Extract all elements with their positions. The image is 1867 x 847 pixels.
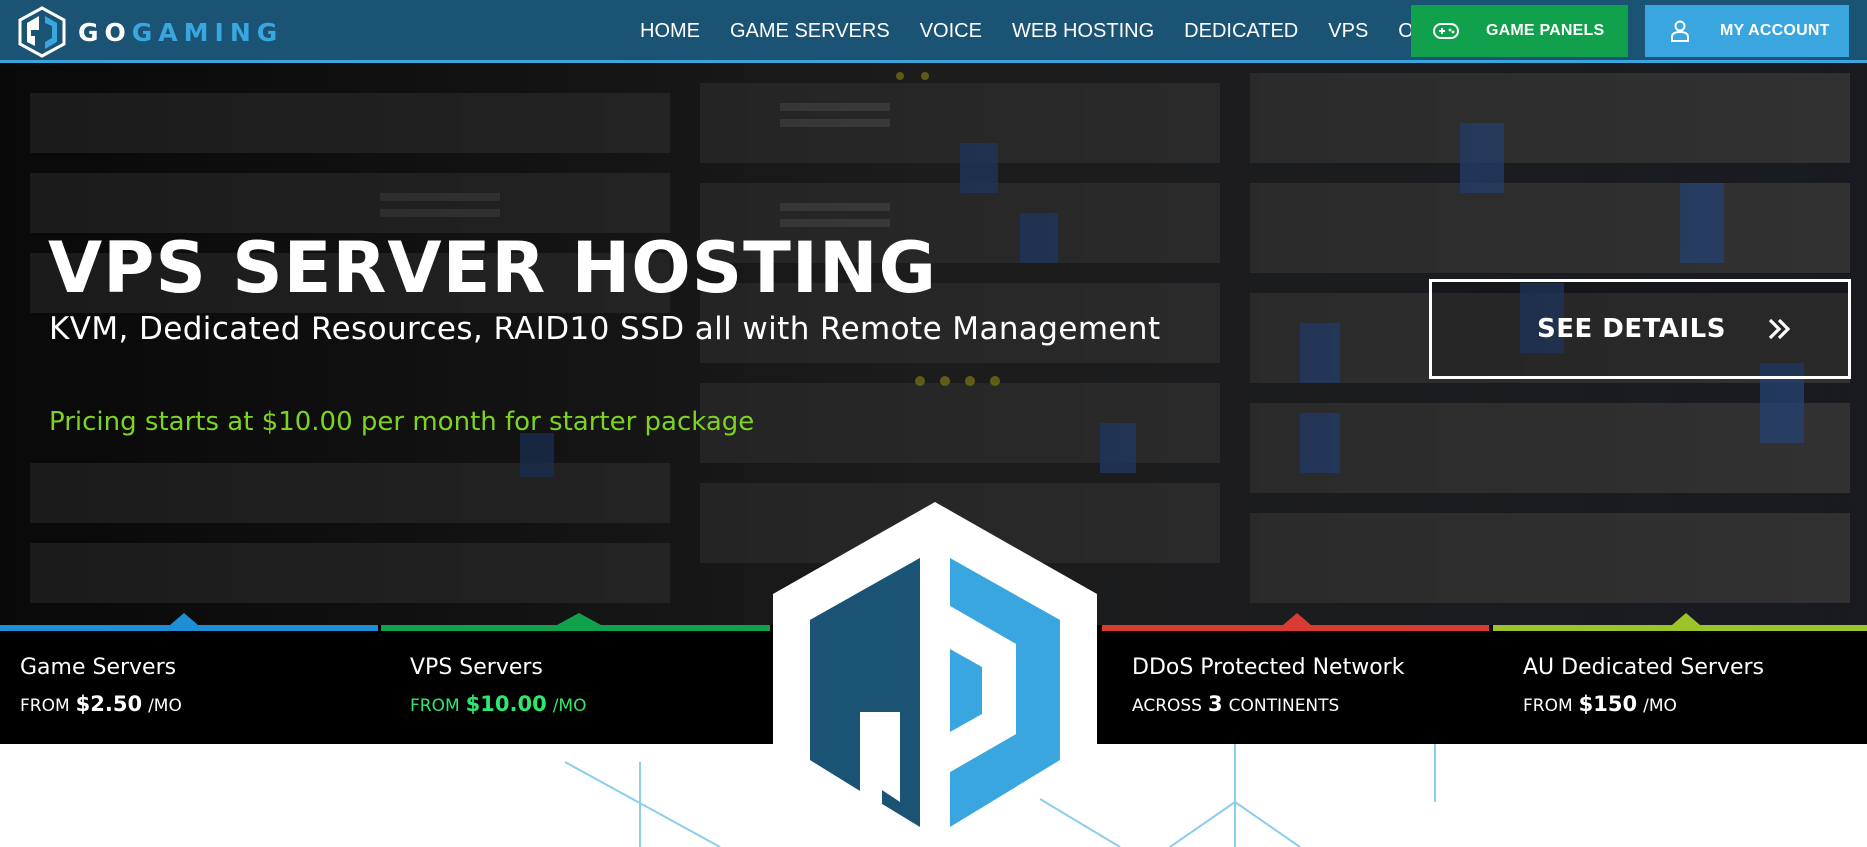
feature-game-servers[interactable]: Game Servers FROM $2.50 /MO: [0, 613, 378, 744]
game-panels-button[interactable]: GAME PANELS: [1411, 5, 1628, 57]
feature-prefix: FROM: [1523, 696, 1573, 716]
feature-prefix: FROM: [20, 696, 70, 716]
feature-suffix: CONTINENTS: [1228, 696, 1340, 716]
brand-gaming: GAMING: [131, 17, 284, 47]
brand-name: GOGAMING: [78, 20, 283, 45]
hero-title: VPS SERVER HOSTING: [48, 227, 938, 309]
feature-notch: [1283, 613, 1311, 625]
gogaming-logo-icon: [18, 6, 66, 58]
my-account-button[interactable]: MY ACCOUNT: [1645, 5, 1849, 57]
see-details-button[interactable]: SEE DETAILS: [1429, 279, 1851, 379]
feature-vps-servers[interactable]: VPS Servers FROM $10.00 /MO: [381, 613, 770, 744]
feature-value: 3: [1207, 692, 1223, 716]
feature-accent-bar: [1102, 625, 1489, 631]
user-icon: [1665, 19, 1695, 43]
feature-suffix: /MO: [1643, 696, 1677, 716]
feature-price-line: ACROSS 3 CONTINENTS: [1132, 692, 1339, 716]
feature-suffix: /MO: [552, 696, 587, 716]
see-details-label: SEE DETAILS: [1537, 314, 1726, 344]
feature-ddos-network[interactable]: DDoS Protected Network ACROSS 3 CONTINEN…: [1102, 613, 1489, 744]
feature-accent-bar: [381, 625, 770, 631]
gamepad-icon: [1431, 19, 1461, 43]
feature-price-line: FROM $10.00 /MO: [410, 692, 586, 716]
feature-value: $2.50: [75, 692, 143, 716]
feature-prefix: ACROSS: [1132, 696, 1202, 716]
feature-prefix: FROM: [410, 696, 460, 716]
feature-title: AU Dedicated Servers: [1523, 655, 1765, 680]
feature-title: VPS Servers: [410, 655, 543, 680]
nav-voice[interactable]: VOICE: [920, 20, 982, 43]
feature-accent-bar: [0, 625, 378, 631]
gogaming-emblem-icon: [773, 502, 1097, 847]
feature-notch: [1672, 613, 1700, 625]
nav-dedicated[interactable]: DEDICATED: [1184, 20, 1298, 43]
feature-suffix: /MO: [148, 696, 182, 716]
logo[interactable]: GOGAMING: [17, 6, 283, 58]
main-menu: HOME GAME SERVERS VOICE WEB HOSTING DEDI…: [640, 0, 1498, 63]
feature-price-line: FROM $150 /MO: [1523, 692, 1677, 716]
hero-subtitle: KVM, Dedicated Resources, RAID10 SSD all…: [49, 311, 1161, 347]
nav-web-hosting[interactable]: WEB HOSTING: [1012, 20, 1154, 43]
brand-go: GO: [78, 17, 132, 47]
my-account-label: MY ACCOUNT: [1720, 22, 1830, 39]
feature-title: Game Servers: [20, 655, 177, 680]
nav-home[interactable]: HOME: [640, 20, 700, 43]
feature-notch: [557, 613, 601, 625]
feature-price-line: FROM $2.50 /MO: [20, 692, 182, 716]
double-chevron-right-icon: [1768, 318, 1791, 340]
game-panels-label: GAME PANELS: [1486, 22, 1605, 39]
nav-vps[interactable]: VPS: [1328, 20, 1368, 43]
top-navbar: GOGAMING HOME GAME SERVERS VOICE WEB HOS…: [0, 0, 1867, 63]
feature-title: DDoS Protected Network: [1132, 655, 1405, 680]
feature-accent-bar: [1493, 625, 1867, 631]
feature-au-dedicated[interactable]: AU Dedicated Servers FROM $150 /MO: [1493, 613, 1867, 744]
feature-value: $150: [1578, 692, 1638, 716]
nav-game-servers[interactable]: GAME SERVERS: [730, 20, 890, 43]
hero-pricing-text: Pricing starts at $10.00 per month for s…: [49, 407, 755, 437]
feature-value: $10.00: [465, 692, 547, 716]
feature-notch: [170, 613, 198, 625]
